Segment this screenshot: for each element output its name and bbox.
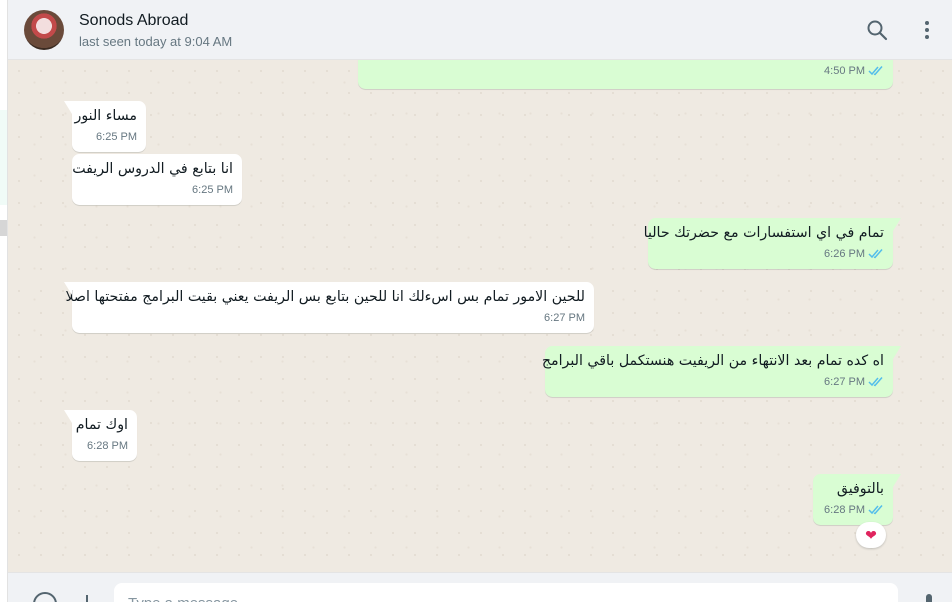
message-bubble-outgoing[interactable]: اه كده تمام بعد الانتهاء من الريفيت هنست… [541, 346, 901, 397]
heart-reaction-icon[interactable]: ❤ [856, 522, 886, 548]
message-bubble-outgoing[interactable]: 4:50 PM [358, 60, 893, 89]
message-text: للحين الامور تمام بس اسءلك انا للحين بتا… [65, 289, 585, 305]
message-text: اوك تمام [75, 417, 128, 433]
message-time: 6:27 PM [544, 311, 585, 324]
menu-icon[interactable] [915, 18, 939, 42]
message-text: اه كده تمام بعد الانتهاء من الريفيت هنست… [541, 353, 884, 369]
message-composer: Type a message [8, 572, 952, 602]
chat-header[interactable]: Sonods Abroad last seen today at 9:04 AM [8, 0, 952, 60]
message-bubble-incoming[interactable]: اوك تمام 6:28 PM [64, 410, 137, 461]
message-time: 6:26 PM [824, 247, 865, 260]
read-ticks-icon [868, 249, 883, 259]
message-meta: 6:28 PM [81, 438, 128, 453]
message-list[interactable]: 4:50 PM مساء النور 6:25 PM انا بتابع في … [8, 60, 952, 572]
message-bubble-outgoing[interactable]: تمام في اي استفسارات مع حضرتك حاليا 6:26… [643, 218, 901, 269]
message-time: 6:28 PM [824, 503, 865, 516]
message-meta: 6:25 PM [81, 129, 137, 144]
message-meta: 6:26 PM [657, 246, 884, 261]
read-ticks-icon [868, 377, 883, 387]
left-panel-highlight [0, 110, 7, 205]
message-text: مساء النور [74, 108, 138, 124]
read-ticks-icon [868, 66, 883, 76]
left-panel-edge [0, 0, 8, 602]
message-meta: 6:25 PM [81, 182, 233, 197]
message-time: 6:25 PM [192, 183, 233, 196]
message-time: 6:28 PM [87, 439, 128, 452]
contact-name[interactable]: Sonods Abroad [79, 12, 188, 30]
contact-last-seen: last seen today at 9:04 AM [79, 34, 233, 49]
mic-icon[interactable] [916, 591, 942, 602]
message-meta: 6:28 PM [822, 502, 884, 517]
message-time: 6:27 PM [824, 375, 865, 388]
message-time: 6:25 PM [96, 130, 137, 143]
message-meta: 6:27 PM [554, 374, 884, 389]
contact-avatar[interactable] [24, 10, 64, 50]
search-icon[interactable] [865, 18, 889, 42]
message-bubble-incoming[interactable]: للحين الامور تمام بس اسءلك انا للحين بتا… [64, 282, 594, 333]
emoji-icon[interactable] [32, 591, 58, 602]
message-bubble-incoming[interactable]: مساء النور 6:25 PM [64, 101, 146, 152]
read-ticks-icon [868, 505, 883, 515]
message-text: انا بتابع في الدروس الريفت [72, 161, 233, 177]
left-panel-scroll-marker [0, 220, 7, 236]
message-text: بالتوفيق [836, 481, 884, 497]
message-bubble-incoming[interactable]: انا بتابع في الدروس الريفت 6:25 PM [72, 154, 242, 205]
message-text: تمام في اي استفسارات مع حضرتك حاليا [643, 225, 884, 241]
message-bubble-outgoing[interactable]: بالتوفيق 6:28 PM [813, 474, 901, 525]
message-meta: 6:27 PM [81, 310, 585, 325]
message-input[interactable]: Type a message [114, 583, 898, 602]
attach-plus-icon[interactable] [74, 591, 100, 602]
message-time: 4:50 PM [824, 64, 865, 77]
message-meta: 4:50 PM [367, 63, 884, 78]
